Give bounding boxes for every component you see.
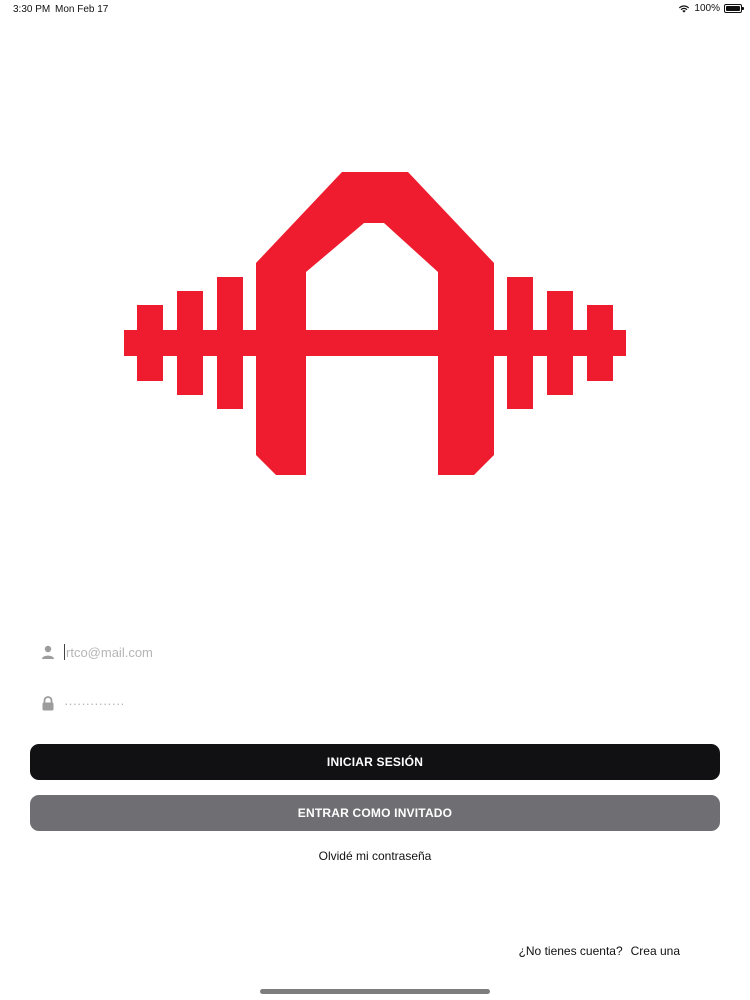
login-button[interactable]: INICIAR SESIÓN xyxy=(30,744,720,780)
email-field-container xyxy=(30,632,720,672)
user-icon xyxy=(40,644,56,660)
password-input[interactable] xyxy=(64,695,664,711)
app-logo xyxy=(120,170,630,480)
battery-fill xyxy=(726,6,740,11)
create-account-link[interactable]: Crea una xyxy=(631,944,680,958)
signup-prompt: ¿No tienes cuenta? Crea una xyxy=(519,944,680,958)
guest-login-button[interactable]: ENTRAR COMO INVITADO xyxy=(30,795,720,831)
status-bar: 3:30 PM Mon Feb 17 100% xyxy=(0,0,750,20)
email-input[interactable] xyxy=(66,644,666,660)
status-date: Mon Feb 17 xyxy=(55,4,109,15)
home-indicator[interactable] xyxy=(260,989,490,994)
lock-icon xyxy=(40,695,56,711)
no-account-label: ¿No tienes cuenta? xyxy=(518,944,623,958)
battery-percent: 100% xyxy=(694,3,720,14)
forgot-password-link[interactable]: Olvidé mi contraseña xyxy=(0,849,750,863)
status-time: 3:30 PM xyxy=(13,4,51,15)
battery-icon xyxy=(724,4,744,13)
wifi-icon xyxy=(679,5,690,13)
status-right: 100% xyxy=(678,3,744,14)
text-caret xyxy=(64,644,65,660)
barbell-a-logo xyxy=(124,172,626,475)
password-field-container xyxy=(30,683,720,723)
